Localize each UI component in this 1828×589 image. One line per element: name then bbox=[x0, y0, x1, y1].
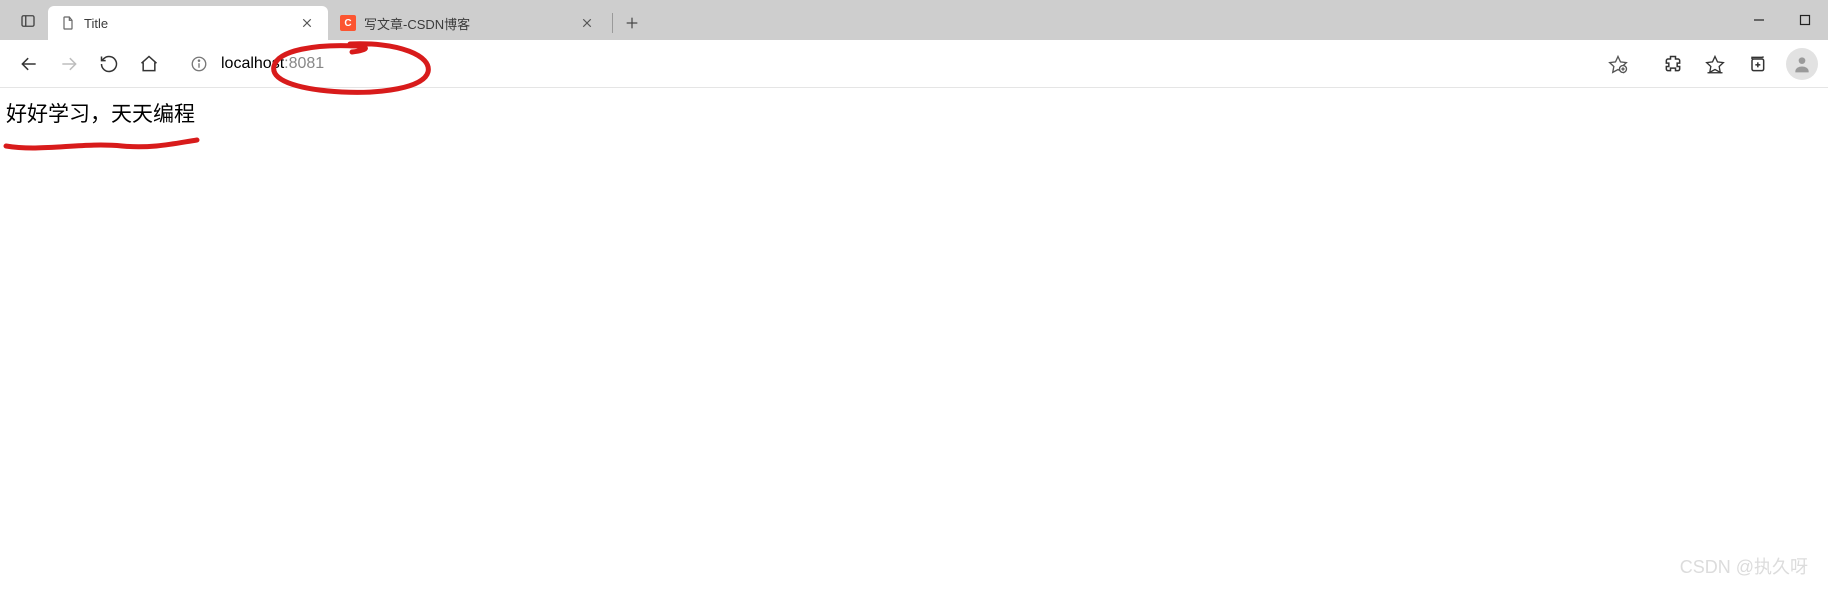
maximize-button[interactable] bbox=[1782, 0, 1828, 40]
favorites-button[interactable] bbox=[1696, 45, 1734, 83]
toolbar: localhost:8081 bbox=[0, 40, 1828, 88]
address-port: :8081 bbox=[284, 55, 324, 72]
close-icon[interactable] bbox=[578, 14, 596, 32]
tab-separator bbox=[612, 13, 613, 33]
tab-title: 写文章-CSDN博客 bbox=[364, 14, 570, 33]
csdn-icon: C bbox=[340, 15, 356, 31]
minimize-button[interactable] bbox=[1736, 0, 1782, 40]
profile-button[interactable] bbox=[1786, 48, 1818, 80]
forward-button[interactable] bbox=[50, 45, 88, 83]
file-icon bbox=[60, 15, 76, 31]
address-text: localhost:8081 bbox=[221, 55, 1603, 73]
right-tools bbox=[1654, 45, 1818, 83]
close-icon[interactable] bbox=[298, 14, 316, 32]
address-bar[interactable]: localhost:8081 bbox=[176, 47, 1646, 81]
home-button[interactable] bbox=[130, 45, 168, 83]
watermark: CSDN @执久呀 bbox=[1680, 553, 1808, 579]
extensions-button[interactable] bbox=[1654, 45, 1692, 83]
tab-inactive[interactable]: C 写文章-CSDN博客 bbox=[328, 6, 608, 40]
back-button[interactable] bbox=[10, 45, 48, 83]
collections-button[interactable] bbox=[1738, 45, 1776, 83]
tab-actions-button[interactable] bbox=[8, 4, 48, 38]
address-host: localhost bbox=[221, 55, 284, 72]
window-controls bbox=[1736, 0, 1828, 40]
tab-title: Title bbox=[84, 16, 290, 31]
refresh-button[interactable] bbox=[90, 45, 128, 83]
page-text: 好好学习，天天编程 bbox=[6, 103, 195, 126]
site-info-icon[interactable] bbox=[189, 54, 209, 74]
favorite-button[interactable] bbox=[1603, 49, 1633, 79]
tab-strip: Title C 写文章-CSDN博客 bbox=[0, 0, 1828, 40]
tab-active[interactable]: Title bbox=[48, 6, 328, 40]
page-content: 好好学习，天天编程 bbox=[0, 88, 1828, 138]
new-tab-button[interactable] bbox=[617, 8, 647, 38]
